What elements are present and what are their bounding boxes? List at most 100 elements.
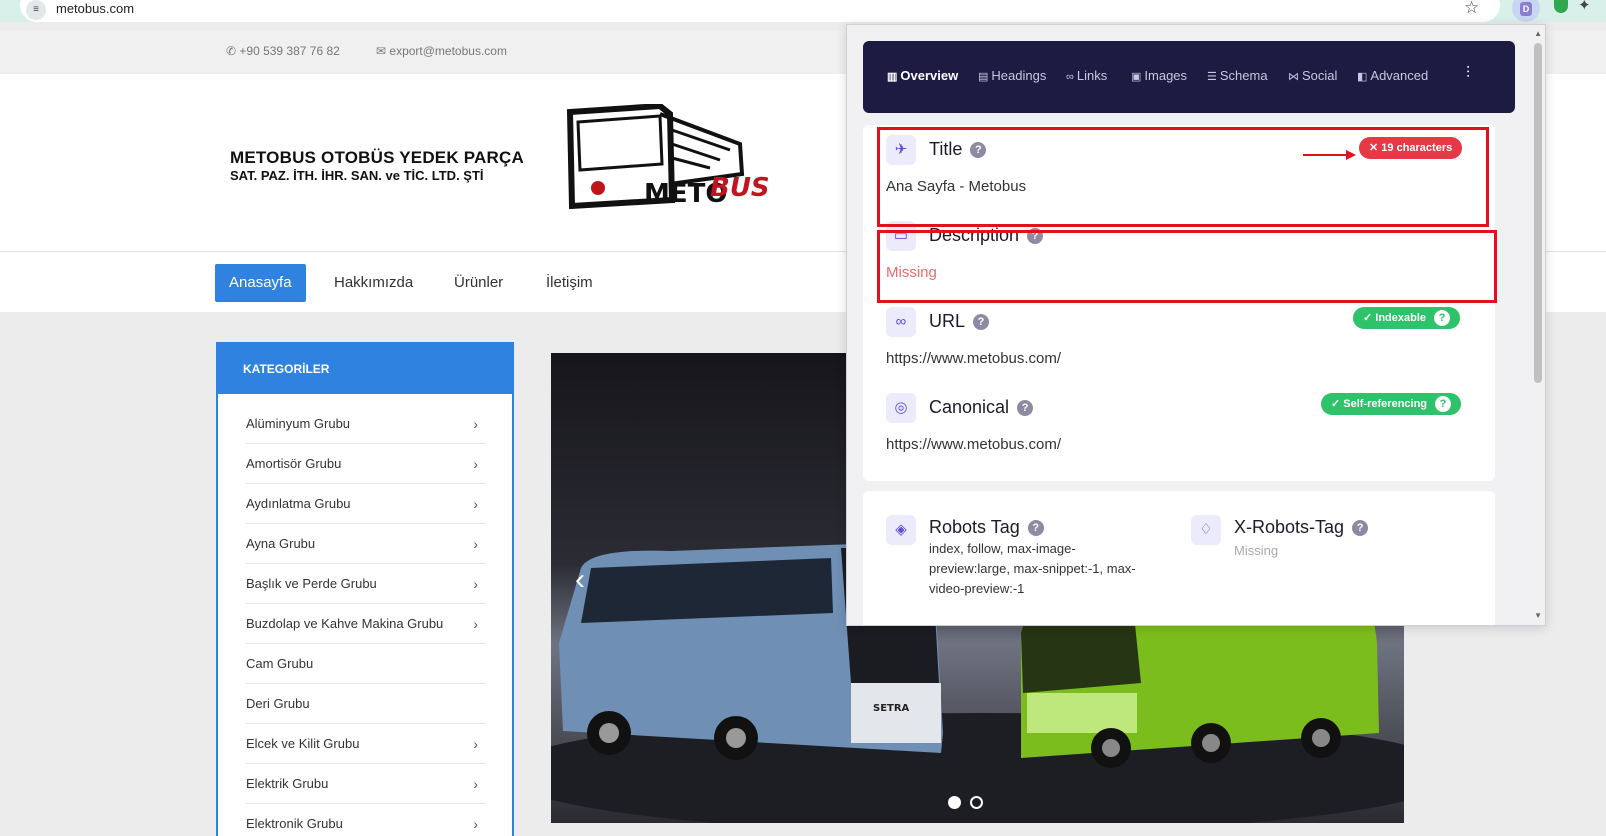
tab-label: Links xyxy=(1076,68,1108,83)
slider-dot-1[interactable] xyxy=(948,796,961,809)
chevron-right-icon: › xyxy=(473,816,478,832)
category-sidebar: KATEGORİLER Alüminyum Grubu › Amortisör Gr… xyxy=(216,342,514,836)
tab-overview[interactable]: ▥ Overview xyxy=(887,68,958,83)
annotation-arrow xyxy=(1303,154,1347,156)
star-icon[interactable]: ☆ xyxy=(1464,0,1479,18)
tab-images[interactable]: ▣ Images xyxy=(1131,68,1187,83)
tab-advanced[interactable]: ◧ Advanced xyxy=(1357,68,1428,83)
link-icon: ∞ xyxy=(886,307,916,337)
company-name: METOBUS OTOBÜS YEDEK PARÇA xyxy=(230,148,524,167)
tab-label: Schema xyxy=(1219,68,1268,83)
list-icon: ☰ xyxy=(1207,71,1217,83)
nav-item-hakkimizda[interactable]: Hakkımızda xyxy=(320,264,427,302)
category-item[interactable]: Başlık ve Perde Grubu › xyxy=(246,564,486,604)
extension-letter: D xyxy=(1520,2,1532,16)
email-address[interactable]: export@metobus.com xyxy=(389,44,507,58)
category-item[interactable]: Cam Grubu xyxy=(246,644,486,684)
category-label: Amortisör Grubu xyxy=(246,456,342,471)
canonical-label: Canonical xyxy=(929,397,1010,417)
help-icon[interactable]: ? xyxy=(1027,520,1044,536)
category-item[interactable]: Amortisör Grubu › xyxy=(246,444,486,484)
robots-value: index, follow, max-image- preview:large,… xyxy=(929,539,1136,599)
chevron-left-icon[interactable]: ‹ xyxy=(575,563,585,597)
canonical-field: Canonical? xyxy=(929,397,1034,418)
x-robots-field: X-Robots-Tag? xyxy=(1234,517,1369,538)
x-robots-label: X-Robots-Tag xyxy=(1234,517,1345,537)
category-label: Deri Grubu xyxy=(246,696,310,711)
chevron-right-icon: › xyxy=(473,616,478,632)
chevron-right-icon: › xyxy=(473,456,478,472)
email-info: ✉ export@metobus.com xyxy=(376,44,507,58)
tab-schema[interactable]: ☰ Schema xyxy=(1207,68,1268,83)
puzzle-icon[interactable]: ✦ xyxy=(1578,0,1591,14)
scroll-thumb[interactable] xyxy=(1534,43,1542,383)
category-item[interactable]: Aydınlatma Grubu › xyxy=(246,484,486,524)
shield-extension-icon[interactable] xyxy=(1554,0,1568,13)
categories-title: KATEGORİLER xyxy=(218,344,512,394)
tab-headings[interactable]: ▤ Headings xyxy=(978,68,1046,83)
bus-brand-label: SETRA xyxy=(873,703,910,714)
help-icon[interactable]: ? xyxy=(1435,396,1452,412)
mail-icon: ✉ xyxy=(376,44,390,58)
help-icon[interactable]: ? xyxy=(1352,520,1369,536)
tab-label: Headings xyxy=(991,68,1047,83)
category-item[interactable]: Elcek ve Kilit Grubu › xyxy=(246,724,486,764)
indexable-badge: ✓ Indexable? xyxy=(1353,307,1461,329)
category-label: Ayna Grubu xyxy=(246,536,316,551)
advanced-icon: ◧ xyxy=(1357,71,1368,83)
tab-label: Overview xyxy=(900,68,959,83)
url-field: URL? xyxy=(929,311,990,332)
robots-card: ◈ Robots Tag? index, follow, max-image- … xyxy=(863,491,1495,625)
title-highlight-box xyxy=(877,127,1489,227)
canonical-value[interactable]: https://www.metobus.com/ xyxy=(886,436,1061,453)
browser-toolbar: ≡ metobus.com ☆ D ✦ xyxy=(0,0,1606,22)
tune-icon[interactable]: ≡ xyxy=(26,0,46,20)
phone-number[interactable]: +90 539 387 76 82 xyxy=(239,44,339,58)
metobus-logo[interactable]: METO BUS xyxy=(560,104,790,214)
seo-tab-bar: ▥ Overview ▤ Headings ∞ Links ▣ Images ☰ Sche… xyxy=(863,41,1515,113)
phone-icon: ✆ xyxy=(226,44,240,58)
url-value[interactable]: https://www.metobus.com/ xyxy=(886,350,1061,367)
description-highlight-box xyxy=(877,230,1497,303)
phone-info: ✆ +90 539 387 76 82 xyxy=(226,44,340,58)
chevron-right-icon: › xyxy=(473,536,478,552)
x-robots-value: Missing xyxy=(1234,543,1279,558)
address-bar[interactable]: ≡ metobus.com xyxy=(20,0,1500,22)
tab-label: Images xyxy=(1144,68,1188,83)
tag-icon: ◈ xyxy=(886,515,916,545)
panel-scrollbar[interactable]: ▲ ▼ xyxy=(1531,25,1545,625)
category-item[interactable]: Alüminyum Grubu › xyxy=(246,404,486,444)
help-icon[interactable]: ? xyxy=(973,314,990,330)
scroll-down-icon[interactable]: ▼ xyxy=(1534,611,1542,620)
category-label: Aydınlatma Grubu xyxy=(246,496,351,511)
help-icon[interactable]: ? xyxy=(1434,310,1451,326)
category-item[interactable]: Deri Grubu xyxy=(246,684,486,724)
nav-item-urunler[interactable]: Ürünler xyxy=(440,264,517,302)
indexable-label: Indexable xyxy=(1375,312,1427,324)
help-icon[interactable]: ? xyxy=(1017,400,1034,416)
nav-item-anasayfa[interactable]: Anasayfa xyxy=(215,264,306,302)
category-item[interactable]: Elektronik Grubu › xyxy=(246,804,486,836)
robots-line: preview:large, max-snippet:-1, max- xyxy=(929,561,1136,576)
book-icon: ▥ xyxy=(887,71,898,83)
category-item[interactable]: Ayna Grubu › xyxy=(246,524,486,564)
category-label: Alüminyum Grubu xyxy=(246,416,351,431)
tag-heart-icon: ♢ xyxy=(1191,515,1221,545)
tab-social[interactable]: ⋈ Social xyxy=(1288,68,1337,83)
arrow-head-icon xyxy=(1346,150,1356,160)
nav-item-iletisim[interactable]: İletişim xyxy=(532,264,607,302)
chevron-right-icon: › xyxy=(473,736,478,752)
url-label: URL xyxy=(929,311,966,331)
url-text[interactable]: metobus.com xyxy=(56,1,134,16)
category-label: Cam Grubu xyxy=(246,656,314,671)
tab-label: Advanced xyxy=(1370,68,1429,83)
sliders-icon[interactable]: ⫶ xyxy=(1466,65,1470,83)
tab-links[interactable]: ∞ Links xyxy=(1066,68,1107,83)
company-subtitle: SAT. PAZ. İTH. İHR. SAN. ve TİC. LTD. ŞT… xyxy=(230,168,484,183)
category-item[interactable]: Buzdolap ve Kahve Makina Grubu › xyxy=(246,604,486,644)
category-item[interactable]: Elektrik Grubu › xyxy=(246,764,486,804)
slider-dot-2[interactable] xyxy=(970,796,983,809)
extension-d-icon[interactable]: D xyxy=(1512,0,1540,22)
share-icon: ⋈ xyxy=(1288,71,1299,83)
scroll-up-icon[interactable]: ▲ xyxy=(1534,29,1542,38)
